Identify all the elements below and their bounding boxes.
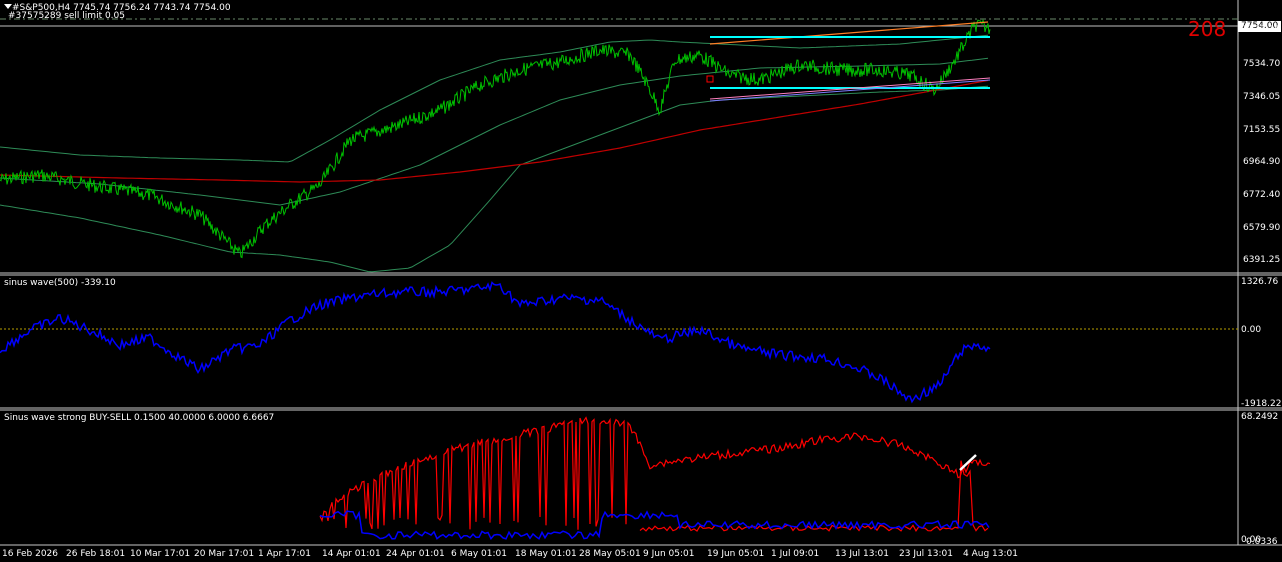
time-tick-label: 13 Jul 13:01 [835,549,889,559]
chart-canvas[interactable] [0,0,1282,562]
price-series [0,19,991,259]
order-label[interactable]: #37575289 sell limit 0.05 [8,11,125,21]
sinus-tick-label: -1918.22 [1241,399,1282,409]
price-panel [0,19,991,273]
order-marker-icon[interactable] [706,75,714,83]
price-tick-label: 7727.20 [1243,25,1281,35]
time-tick-label: 26 Feb 18:01 [66,549,126,559]
time-tick-label: 1 Apr 17:01 [258,549,311,559]
time-tick-label: 24 Apr 01:01 [386,549,445,559]
sinus-tick-label: 0.00 [1241,325,1262,335]
buy-sell-panel [319,416,991,540]
time-tick-label: 6 May 01:01 [451,549,507,559]
price-tick-label: 6391.25 [1243,255,1281,265]
counter-label: 208 [1188,17,1227,41]
time-tick-label: 1 Jul 09:01 [771,549,820,559]
buysell-panel-title: Sinus wave strong BUY-SELL 0.1500 40.000… [4,413,275,423]
price-tick-label: 6964.90 [1243,157,1281,167]
time-tick-label: 10 Mar 17:01 [130,549,191,559]
price-tick-label: 6579.90 [1243,223,1281,233]
price-tick-label: 7534.70 [1243,59,1281,69]
time-tick-label: 23 Jul 13:01 [899,549,953,559]
dropdown-triangle-icon[interactable] [4,4,12,9]
sell-signal-line [319,416,991,530]
upper-envelope-line [0,34,989,163]
time-tick-label: 18 May 01:01 [515,549,577,559]
buysell-tick-label: 0.0336 [1246,537,1278,547]
sinus-wave-panel [0,281,991,404]
time-tick-label: 14 Apr 01:01 [322,549,381,559]
time-tick-label: 19 Jun 05:01 [707,549,765,559]
sell-low-line [639,460,989,532]
time-tick-label: 4 Aug 13:01 [963,549,1018,559]
time-tick-label: 28 May 05:01 [579,549,641,559]
time-tick-label: 16 Feb 2026 [2,549,59,559]
time-tick-label: 9 Jun 05:01 [643,549,695,559]
sinus-tick-label: 1326.76 [1241,277,1279,287]
price-tick-label: 7153.55 [1243,125,1281,135]
sinus-wave-line [0,281,991,404]
moving-average-line [0,79,989,183]
buysell-tick-label: 68.2492 [1241,412,1279,422]
price-tick-label: 7346.05 [1243,92,1281,102]
sinus-panel-title: sinus wave(500) -339.10 [4,278,116,288]
buy-signal-line [319,510,990,540]
price-tick-label: 6772.40 [1243,190,1281,200]
time-tick-label: 20 Mar 17:01 [194,549,255,559]
